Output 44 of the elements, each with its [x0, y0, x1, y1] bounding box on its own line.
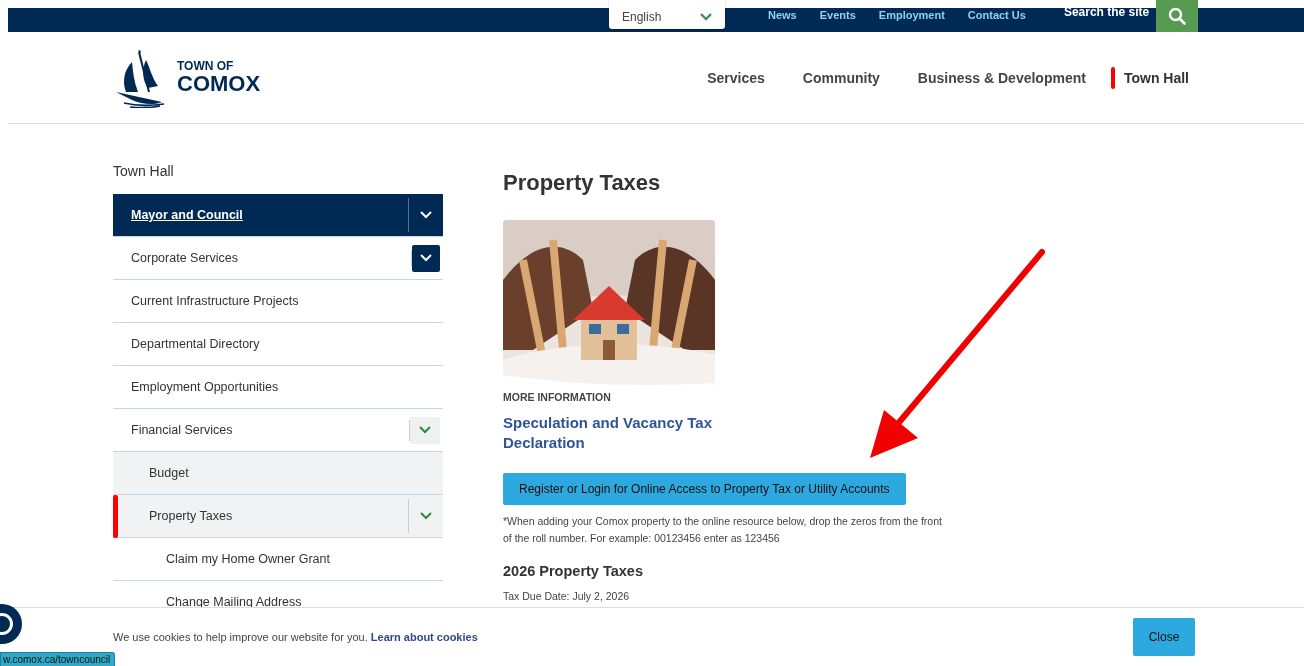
top-link[interactable]: Employment: [878, 8, 945, 22]
status-url: w.comox.ca/towncouncil: [0, 652, 116, 666]
chevron-down-icon: [420, 512, 432, 520]
chevron-down-icon: [699, 11, 713, 22]
due-date-text: Tax Due Date: July 2, 2026: [503, 590, 631, 602]
logo-title: COMOX: [177, 73, 261, 95]
top-link[interactable]: News: [768, 8, 797, 22]
sidebar-item[interactable]: Mayor and Council: [131, 208, 243, 222]
sidebar-item[interactable]: Current Infrastructure Projects: [131, 294, 299, 308]
nav-link[interactable]: Services: [707, 66, 765, 89]
sidebar-item[interactable]: Departmental Directory: [131, 337, 260, 351]
sidebar-item[interactable]: Budget: [149, 466, 189, 480]
search-field[interactable]: Search the site: [1063, 0, 1156, 24]
sidebar-item[interactable]: Change Mailing Address: [166, 595, 302, 609]
sidebar-item[interactable]: Property Taxes: [149, 509, 233, 523]
chevron-down-icon: [420, 211, 432, 219]
sidebar-title: Town Hall: [113, 163, 175, 179]
top-link[interactable]: Events: [819, 8, 856, 22]
search-button[interactable]: [1155, 0, 1198, 32]
card-link[interactable]: Speculation and Vacancy Tax Declaration: [503, 413, 723, 453]
close-button[interactable]: Close: [1133, 618, 1195, 656]
note-text: *When adding your Comox property to the online resource below, drop the zeros from the front of the roll number. For example: 00123456 enter as 123456: [503, 514, 943, 546]
top-link[interactable]: Contact Us: [967, 8, 1026, 22]
logo-subtitle: TOWN OF: [177, 60, 235, 73]
active-marker: [1110, 66, 1115, 89]
page-title: Property Taxes: [503, 170, 662, 196]
search-icon: [1167, 7, 1186, 25]
nav-link[interactable]: Community: [802, 66, 880, 89]
sidebar-item[interactable]: Claim my Home Owner Grant: [166, 552, 330, 566]
chevron-down-icon: [420, 254, 432, 262]
cookie-text: We use cookies to help improve our website for you. Learn about cookies: [113, 631, 478, 643]
section-title: 2026 Property Taxes: [503, 563, 644, 579]
sidebar-item[interactable]: Corporate Services: [131, 251, 238, 265]
cookie-link[interactable]: Learn about cookies: [370, 631, 478, 643]
expand-toggle[interactable]: [412, 244, 440, 272]
language-select[interactable]: English: [609, 0, 725, 29]
online-access-button[interactable]: Register or Login for Online Access to Property Tax or Utility Accounts: [503, 473, 906, 505]
sidebar-item[interactable]: Financial Services: [131, 423, 233, 437]
nav-link[interactable]: Business & Development: [917, 66, 1086, 89]
card-eyebrow: MORE INFORMATION: [503, 391, 612, 403]
nav-link[interactable]: Town Hall: [1110, 66, 1189, 89]
expand-toggle[interactable]: [410, 416, 440, 444]
chevron-down-icon: [419, 426, 431, 434]
sidebar-item[interactable]: Employment Opportunities: [131, 380, 279, 394]
